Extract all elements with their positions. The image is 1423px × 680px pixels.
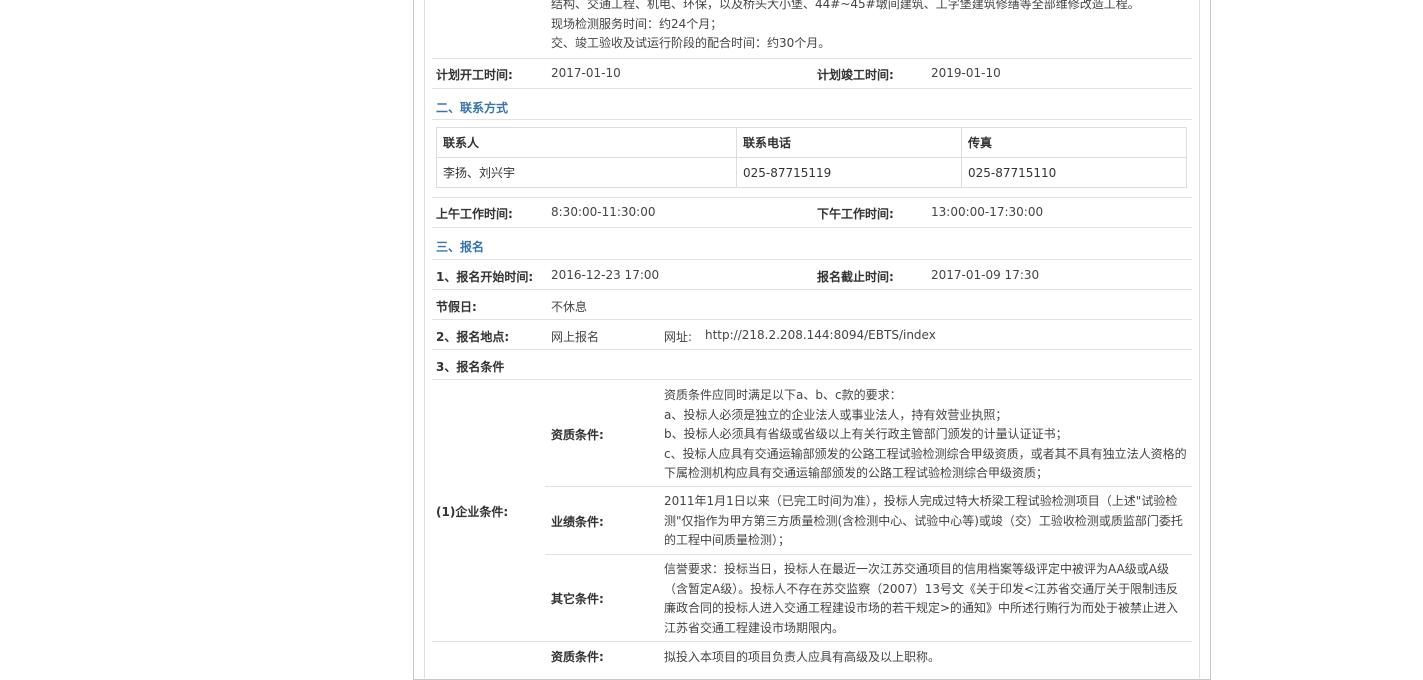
other-conditions-label: 其它条件: [551,592,604,606]
plan-start-label: 计划开工时间: [436,68,513,82]
divider [545,486,1192,487]
other-conditions-text: 信誉要求：投标当日，投标人在最近一次江苏交通项目的信用档案等级评定中被评为AA级… [664,560,1189,638]
divider [432,379,1192,380]
performance-label: 业绩条件: [551,515,604,529]
scope-line-1: 结构、交通工程、机电、环保，以及桥头大小堡、44#~45#墩间建筑、工字堡建筑修… [551,0,1140,11]
contact-table-header: 联系人 联系电话 传真 [436,127,1187,158]
divider [432,289,1192,290]
other-line: 廉政合同的投标人进入交通工程建设市场的若干规定>的通知》中所述行贿行为而处于被禁… [664,601,1179,615]
enterprise-conditions-label: (1)企业条件: [436,505,509,519]
reg-start-label: 1、报名开始时间: [436,270,534,284]
qualification-line: 资质条件应同时满足以下a、b、c款的要求： [664,388,902,402]
divider [432,58,1192,59]
reg-place-value: 网上报名 [551,330,600,344]
header-contact-person: 联系人 [436,127,737,158]
plan-end-label: 计划竣工时间: [817,68,894,82]
holiday-value: 不休息 [551,300,588,314]
registration-section-title: 三、报名 [436,240,485,254]
divider [432,259,1192,260]
reg-url-label: 网址: [664,330,693,344]
reg-url-link[interactable]: http://218.2.208.144:8094/EBTS/index [705,328,936,342]
pm-hours-label: 下午工作时间: [817,207,894,221]
performance-line: 测"仅指作为甲方第三方质量检测(含检测中心、试验中心等)或竣（交）工验收检测或质… [664,513,1183,528]
other-line: 信誉要求：投标当日，投标人在最近一次江苏交通项目的信用档案等级评定中被评为AA级… [664,562,1169,576]
qualification-line: b、投标人必须具有省级或省级以上有关行政主管部门颁发的计量认证证书； [664,427,1068,441]
plan-end-value: 2019-01-10 [931,66,1001,80]
qualification-line: c、投标人应具有交通运输部颁发的公路工程试验检测综合甲级资质，或者其不具有独立法… [664,446,1187,461]
divider [432,227,1192,228]
am-hours-value: 8:30:00-11:30:00 [551,205,656,219]
divider [545,554,1192,555]
reg-conditions-label: 3、报名条件 [436,360,505,374]
contact-person: 李扬、刘兴宇 [436,157,737,188]
reg-place-label: 2、报名地点: [436,330,510,344]
pm-hours-value: 13:00:00-17:30:00 [931,205,1044,219]
scope-line-2: 现场检测服务时间：约24个月； [551,17,723,31]
header-fax: 传真 [961,127,1187,158]
qualification-line: 下属检测机构应具有交通运输部颁发的公路工程试验检测综合甲级资质； [664,466,1049,480]
reg-end-value: 2017-01-09 17:30 [931,268,1040,282]
qualification-label: 资质条件: [551,428,604,442]
performance-line: 的工程中间质量检测）； [664,533,791,547]
holiday-label: 节假日: [436,300,477,314]
reg-start-value: 2016-12-23 17:00 [551,268,660,282]
divider [432,119,1192,120]
header-phone: 联系电话 [736,127,962,158]
qualification-line: a、投标人必须是独立的企业法人或事业法人，持有效营业执照； [664,407,1008,422]
table-row: 李扬、刘兴宇 025-87715119 025-87715110 [436,157,1187,188]
divider [432,641,1192,642]
divider [432,197,1192,198]
performance-line: 2011年1月1日以来（已完工时间为准），投标人完成过特大桥梁工程试验检测项目（… [664,494,1178,508]
other-line: （含暂定A级）。投标人不存在苏交监察（2007）13号文《关于印发<江苏省交通厅… [664,581,1179,596]
contact-section-title: 二、联系方式 [436,101,509,115]
divider [432,88,1192,89]
reg-end-label: 报名截止时间: [817,270,894,284]
qualification-text: 资质条件应同时满足以下a、b、c款的要求： a、投标人必须是独立的企业法人或事业… [664,386,1189,484]
contact-fax: 025-87715110 [961,157,1187,188]
am-hours-label: 上午工作时间: [436,207,513,221]
divider [432,319,1192,320]
divider [432,349,1192,350]
other-line: 江苏省交通工程建设市场期限内。 [664,620,845,635]
contact-phone: 025-87715119 [736,157,962,188]
scope-line-3: 交、竣工验收及试运行阶段的配合时间：约30个月。 [551,36,831,50]
plan-start-value: 2017-01-10 [551,66,621,80]
contact-table: 联系人 联系电话 传真 李扬、刘兴宇 025-87715119 025-8771… [436,127,1187,188]
personnel-qualification-text: 拟投入本项目的项目负责人应具有高级及以上职称。 [664,650,941,664]
performance-text: 2011年1月1日以来（已完工时间为准），投标人完成过特大桥梁工程试验检测项目（… [664,492,1189,551]
personnel-qualification-label: 资质条件: [551,650,604,664]
